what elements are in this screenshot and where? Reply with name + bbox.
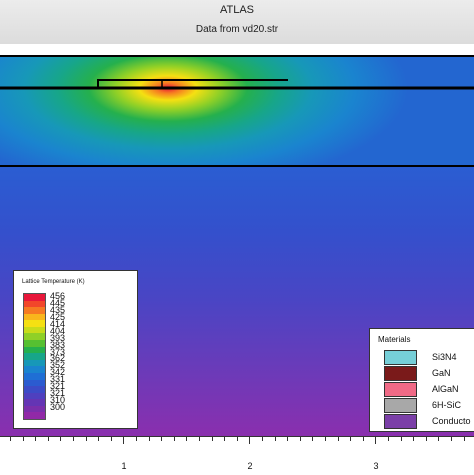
legend-color-band (24, 399, 45, 406)
plot-subtitle: Data from vd20.str (195, 24, 279, 35)
x-minor-tick (425, 437, 427, 441)
x-tick-label: 1 (121, 461, 127, 471)
x-minor-tick (186, 437, 188, 441)
x-tick-label: 2 (247, 461, 253, 471)
legend-color-band (24, 379, 45, 387)
x-minor-tick (236, 437, 238, 441)
plot-title: ATLAS (219, 4, 255, 16)
x-major-tick (249, 437, 251, 444)
legend-color-band (24, 353, 45, 360)
title-bar: ATLAS Data from vd20.str (0, 0, 474, 45)
x-minor-tick (299, 437, 301, 441)
materials-legend: Materials Si3N4 GaN AlGaN 6H-SiC Conduct… (369, 328, 474, 432)
legend-color-band (24, 366, 45, 373)
x-minor-tick (85, 437, 87, 441)
legend-color-band (24, 392, 45, 400)
x-minor-tick (362, 437, 364, 441)
x-minor-tick (60, 437, 62, 441)
x-minor-tick (312, 437, 314, 441)
x-minor-tick (438, 437, 440, 441)
x-minor-tick (451, 437, 452, 441)
legend-color-band (24, 346, 45, 354)
material-label: Si3N4 (432, 352, 457, 362)
x-minor-tick (47, 437, 49, 441)
legend-color-band (24, 405, 45, 413)
x-minor-tick (199, 437, 200, 441)
x-minor-tick (211, 437, 213, 441)
material-item-gan: GaN (384, 365, 474, 381)
material-item-6h-sic: 6H-SiC (384, 397, 474, 413)
x-minor-tick (173, 437, 175, 441)
temperature-legend: Lattice Temperature (K) 456 445 435 425 414 4… (13, 270, 138, 429)
x-minor-tick (388, 437, 389, 441)
legend-color-band (24, 320, 45, 327)
legend-color-band (24, 412, 45, 419)
x-minor-tick (325, 437, 326, 441)
x-minor-tick (161, 437, 163, 441)
x-minor-tick (337, 437, 339, 441)
legend-color-band (24, 340, 45, 347)
legend-color-band (24, 326, 45, 334)
x-minor-tick (110, 437, 112, 441)
legend-color-band (24, 372, 45, 380)
x-minor-tick (148, 437, 150, 441)
legend-color-band (24, 386, 45, 393)
material-swatch (384, 398, 417, 413)
materials-title: Materials (378, 335, 411, 344)
material-label: 6H-SiC (432, 400, 462, 410)
material-swatch (384, 414, 417, 429)
x-minor-tick (287, 437, 289, 441)
material-item-algan: AlGaN (384, 381, 474, 397)
legend-color-band (24, 300, 45, 308)
x-minor-tick (35, 437, 37, 441)
material-label: AlGaN (432, 384, 459, 394)
x-minor-tick (400, 437, 402, 441)
material-swatch (384, 366, 417, 381)
material-label: Conducto (432, 416, 471, 426)
material-item-si3n4: Si3N4 (384, 349, 474, 365)
x-minor-tick (350, 437, 352, 441)
material-swatch (384, 350, 417, 365)
material-swatch (384, 382, 417, 397)
legend-value-labels: 456 445 435 425 414 404 393 383 373 362 352 342 331 3… (50, 292, 66, 412)
material-item-conductor: Conducto (384, 413, 474, 429)
x-axis: 1 2 3 (0, 436, 474, 475)
x-tick-label: 3 (373, 461, 379, 471)
x-minor-tick (463, 437, 465, 441)
legend-title: Lattice Temperature (K) (22, 279, 85, 285)
x-major-tick (375, 437, 377, 444)
x-minor-tick (22, 437, 24, 441)
legend-color-band (24, 359, 45, 367)
x-major-tick (123, 437, 125, 444)
x-minor-tick (413, 437, 415, 441)
x-minor-tick (262, 437, 263, 441)
legend-color-scale (23, 293, 46, 420)
x-minor-tick (274, 437, 276, 441)
legend-color-band (24, 294, 45, 301)
legend-color-band (24, 307, 45, 314)
material-label: GaN (432, 368, 451, 378)
legend-color-band (24, 313, 45, 321)
x-minor-tick (136, 437, 137, 441)
x-minor-tick (10, 437, 11, 441)
x-minor-tick (98, 437, 100, 441)
legend-value: 300 (50, 402, 66, 412)
x-minor-tick (73, 437, 74, 441)
x-minor-tick (224, 437, 226, 441)
legend-color-band (24, 333, 45, 341)
